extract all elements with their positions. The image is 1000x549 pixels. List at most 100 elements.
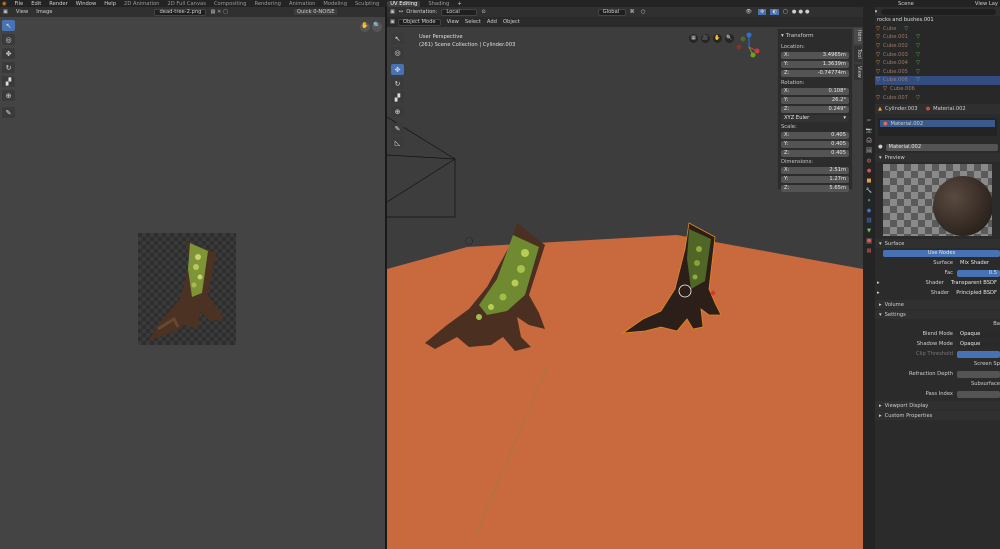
rotation-y-field[interactable]: Y: 26.2° — [781, 96, 849, 104]
shadow-mode-dropdown[interactable]: Opaque — [957, 340, 1000, 348]
scale-x-field[interactable]: X: 0.405 — [781, 131, 849, 139]
outliner-row[interactable]: ▽ Cube.006 ▽ — [863, 76, 1000, 85]
visibility-icon[interactable]: 👁 — [745, 9, 752, 15]
surface-shader-field[interactable]: Mix Shader — [957, 259, 1000, 267]
tab-2d-animation[interactable]: 2D Animation — [124, 1, 159, 7]
viewport-display-section[interactable]: ▸ Viewport Display — [875, 401, 1000, 410]
data-tab-icon[interactable]: ▼ — [867, 228, 871, 234]
outliner-row[interactable]: ▽ Cube ▽ — [863, 25, 1000, 34]
scale-y-field[interactable]: Y: 0.405 — [781, 140, 849, 148]
vp-editor-icon[interactable]: ▣ — [390, 9, 395, 15]
image-buttons[interactable]: ▦ ✕ ▢ — [210, 9, 227, 15]
output-tab-icon[interactable]: 🖨 — [866, 138, 873, 144]
shader-2-field[interactable]: Principled BSDF — [953, 289, 1000, 297]
world-tab-icon[interactable]: ● — [867, 168, 872, 174]
tab-animation[interactable]: Animation — [289, 1, 315, 7]
scene-tab-icon[interactable]: ◍ — [867, 158, 872, 164]
xray-toggle-icon[interactable]: ▢ — [783, 9, 788, 15]
hand-pan-icon[interactable]: ✋ — [360, 22, 370, 32]
backface-culling-checkbox[interactable]: Ba — [993, 321, 1000, 327]
mode-editor-icon[interactable]: ▣ — [390, 19, 395, 25]
uv-menu-view[interactable]: View — [16, 9, 28, 15]
object-mode-dropdown-2[interactable]: Object Mode — [397, 18, 441, 26]
pass-index-field[interactable] — [957, 390, 1000, 398]
use-nodes-button[interactable]: Use Nodes — [883, 249, 1000, 257]
view-layer-tab-icon[interactable]: 🖼 — [866, 148, 873, 154]
preview-section[interactable]: ▾ Preview — [875, 153, 1000, 162]
subsurface-checkbox[interactable]: Subsurface — [971, 381, 1000, 387]
quick-noise-button[interactable]: Quick 0-NOISE — [293, 9, 338, 15]
overlay-toggle-icon[interactable]: ◐ — [770, 9, 779, 15]
vp-move-tool[interactable]: ✥ — [391, 64, 404, 75]
vp-cursor-tool[interactable]: ◎ — [391, 47, 404, 58]
ortho-toggle-icon[interactable]: ▦ — [689, 34, 698, 43]
outliner-row[interactable]: ▽ Cube.007 ▽ — [863, 93, 1000, 102]
camera-view-icon[interactable]: 🎥 — [701, 34, 710, 43]
menu-window[interactable]: Window — [76, 1, 96, 7]
tab-modeling[interactable]: Modeling — [323, 1, 347, 7]
orientation-dropdown[interactable]: Local — [441, 8, 478, 16]
snap-icon[interactable]: ⌘ — [630, 9, 635, 15]
gizmo-toggle-icon[interactable]: ✥ — [757, 9, 767, 15]
editor-type-icon[interactable]: ▣ — [3, 9, 8, 15]
rotation-z-field[interactable]: Z: 0.249° — [781, 105, 849, 113]
outliner-row[interactable]: ▽ Cube.003 ▽ — [863, 50, 1000, 59]
render-tab-icon[interactable]: 📷 — [866, 128, 872, 134]
outliner-search-input[interactable] — [881, 8, 996, 15]
tab-uv-editing[interactable]: UV Editing — [387, 0, 421, 7]
vp-scale-tool[interactable]: ▞ — [391, 92, 404, 103]
screen-space-refraction-checkbox[interactable]: Screen Sp — [974, 361, 1000, 367]
scale-tool[interactable]: ▞ — [2, 76, 15, 87]
orientation-gizmo-icon[interactable]: ↔ — [399, 9, 403, 15]
menu-help[interactable]: Help — [104, 1, 116, 7]
material-name-field[interactable]: Material.002 — [885, 143, 998, 151]
uv-menu-image[interactable]: Image — [36, 9, 52, 15]
rotate-tool[interactable]: ↻ — [2, 62, 15, 73]
scene-selector[interactable]: Scene — [898, 1, 914, 7]
shading-solid-icon[interactable]: ● — [792, 9, 797, 15]
zoom-icon[interactable]: 🔍 — [372, 22, 382, 32]
material-tab-icon[interactable]: ● — [865, 238, 873, 244]
navigation-gizmo[interactable] — [733, 31, 763, 63]
proportional-icon[interactable]: ○ — [641, 9, 646, 15]
vp-transform-tool[interactable]: ⊕ — [391, 106, 404, 117]
fac-slider[interactable]: 0.5 — [957, 269, 1000, 277]
tool-tab-icon[interactable]: ✂ — [867, 118, 871, 124]
clip-threshold-slider[interactable] — [957, 350, 1000, 358]
outliner-row[interactable]: ▽ Cube.005 ▽ — [863, 68, 1000, 77]
vp-select-tool[interactable]: ↖ — [391, 33, 404, 44]
image-name-field[interactable]: dead-tree-2.png — [154, 8, 207, 16]
3d-viewport[interactable]: ▣ Object Mode View Select Add Object — [387, 7, 863, 549]
select-tool[interactable]: ↖ — [2, 20, 15, 31]
outliner-row[interactable]: ▽ Cube.006 — [863, 85, 1000, 94]
blender-logo-icon[interactable]: ◉ — [2, 1, 7, 7]
cursor-tool[interactable]: ◎ — [2, 34, 15, 45]
object-tab-icon[interactable]: ■ — [867, 178, 872, 184]
tab-compositing[interactable]: Compositing — [214, 1, 247, 7]
settings-section[interactable]: ▾ Settings — [875, 310, 1000, 319]
vp-view-menu[interactable]: View — [447, 19, 459, 25]
menu-edit[interactable]: Edit — [31, 1, 41, 7]
particles-tab-icon[interactable]: ✦ — [867, 198, 871, 204]
rotation-x-field[interactable]: X: 0.108° — [781, 87, 849, 95]
location-z-field[interactable]: Z: -0.74774m — [781, 69, 849, 77]
texture-tab-icon[interactable]: ▦ — [867, 248, 872, 254]
outliner-row[interactable]: ▽ Cube.004 ▽ — [863, 59, 1000, 68]
location-x-field[interactable]: X: 3.4965m — [781, 51, 849, 59]
shading-rendered-icon[interactable]: ● — [805, 9, 810, 15]
outliner-filter-icon[interactable]: ▾ — [875, 9, 878, 15]
npanel-tab-tool[interactable]: Tool — [854, 46, 862, 62]
modifier-tab-icon[interactable]: 🔧 — [866, 188, 872, 194]
annotate-tool[interactable]: ✎ — [2, 107, 15, 118]
hand-pan-vp-icon[interactable]: ✋ — [713, 34, 722, 43]
menu-file[interactable]: File — [15, 1, 24, 7]
vp-rotate-tool[interactable]: ↻ — [391, 78, 404, 89]
volume-section[interactable]: ▸ Volume — [875, 300, 1000, 309]
rotation-mode-dropdown[interactable]: XYZ Euler ▾ — [781, 114, 849, 122]
tab-2d-full-canvas[interactable]: 2D Full Canvas — [167, 1, 206, 7]
tab-rendering[interactable]: Rendering — [254, 1, 281, 7]
dimension-y-field[interactable]: Y: 1.27m — [781, 175, 849, 183]
dimension-x-field[interactable]: X: 2.51m — [781, 166, 849, 174]
refraction-depth-field[interactable] — [957, 370, 1000, 378]
vp-add-menu[interactable]: Add — [487, 19, 497, 25]
